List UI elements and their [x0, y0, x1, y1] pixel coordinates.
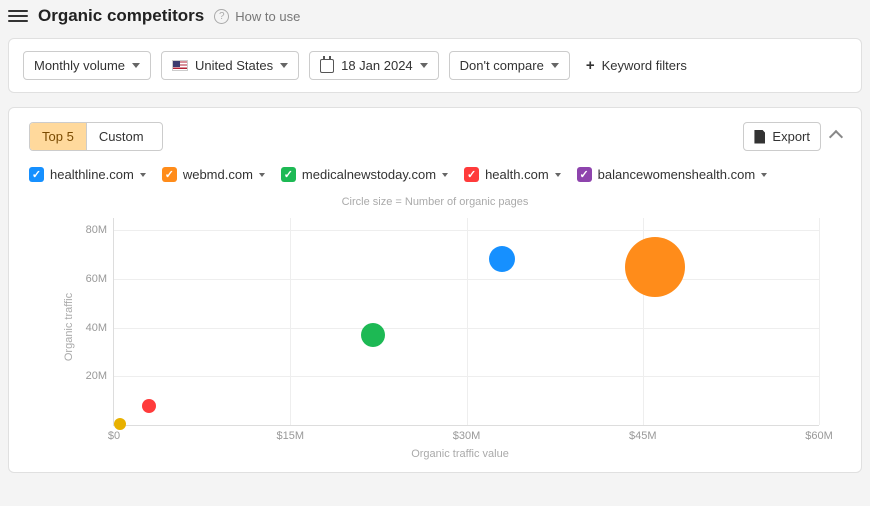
chart-subtitle: Circle size = Number of organic pages [29, 196, 841, 208]
keyword-filters-button[interactable]: + Keyword filters [586, 57, 687, 74]
segment-custom[interactable]: Custom [86, 123, 162, 150]
legend-item[interactable]: ✓ medicalnewstoday.com [281, 167, 448, 182]
checkbox-icon: ✓ [577, 167, 592, 182]
y-tick-label: 80M [86, 224, 114, 236]
chart-area: Organic traffic 20M40M60M80M$0$15M$30M$4… [79, 212, 819, 442]
collapse-icon[interactable] [829, 129, 843, 143]
compare-dropdown[interactable]: Don't compare [449, 51, 570, 80]
chart-legend: ✓ healthline.com ✓ webmd.com ✓ medicalnewstod… [29, 167, 841, 182]
checkbox-icon: ✓ [281, 167, 296, 182]
x-tick-label: $45M [629, 425, 657, 442]
legend-domain: balancewomenshealth.com [598, 167, 756, 182]
export-button[interactable]: Export [743, 122, 821, 151]
view-segment: Top 5 Custom [29, 122, 163, 151]
volume-dropdown[interactable]: Monthly volume [23, 51, 151, 80]
chevron-down-icon [442, 173, 448, 177]
legend-item[interactable]: ✓ healthline.com [29, 167, 146, 182]
menu-icon[interactable] [8, 10, 28, 22]
legend-domain: webmd.com [183, 167, 253, 182]
segment-custom-label: Custom [99, 129, 144, 144]
legend-domain: healthline.com [50, 167, 134, 182]
us-flag-icon [172, 60, 188, 71]
legend-domain: health.com [485, 167, 549, 182]
chart-bubble[interactable] [489, 246, 515, 272]
gridline-v [467, 218, 468, 425]
checkbox-icon: ✓ [162, 167, 177, 182]
plus-icon: + [586, 57, 595, 74]
chevron-down-icon [259, 173, 265, 177]
chevron-down-icon [420, 63, 428, 68]
chart-bubble[interactable] [625, 237, 685, 297]
file-icon [754, 130, 765, 144]
keyword-filters-label: Keyword filters [602, 58, 687, 73]
country-dropdown[interactable]: United States [161, 51, 299, 80]
calendar-icon [320, 59, 334, 73]
compare-label: Don't compare [460, 58, 544, 73]
y-tick-label: 60M [86, 273, 114, 285]
chart-bubble[interactable] [142, 399, 156, 413]
how-to-use-link[interactable]: ? How to use [214, 9, 300, 24]
country-label: United States [195, 58, 273, 73]
question-icon: ? [214, 9, 229, 24]
toolbar: Monthly volume United States 18 Jan 2024… [8, 38, 862, 93]
how-to-use-label: How to use [235, 9, 300, 24]
chevron-down-icon [555, 173, 561, 177]
date-dropdown[interactable]: 18 Jan 2024 [309, 51, 439, 80]
legend-item[interactable]: ✓ webmd.com [162, 167, 265, 182]
legend-domain: medicalnewstoday.com [302, 167, 436, 182]
chevron-down-icon [761, 173, 767, 177]
volume-label: Monthly volume [34, 58, 125, 73]
chevron-down-icon [280, 63, 288, 68]
checkbox-icon: ✓ [29, 167, 44, 182]
y-tick-label: 20M [86, 370, 114, 382]
chart-panel: Top 5 Custom Export ✓ healthline.com ✓ webm… [8, 107, 862, 473]
gridline-v [819, 218, 820, 425]
page-title: Organic competitors [38, 6, 204, 26]
x-axis-label: Organic traffic value [79, 448, 841, 460]
chart-plot: 20M40M60M80M$0$15M$30M$45M$60M [113, 218, 819, 426]
y-axis-label: Organic traffic [63, 293, 75, 361]
checkbox-icon: ✓ [464, 167, 479, 182]
chevron-down-icon [551, 63, 559, 68]
segment-top5[interactable]: Top 5 [30, 123, 86, 150]
export-label: Export [772, 129, 810, 144]
x-tick-label: $60M [805, 425, 833, 442]
gridline-v [290, 218, 291, 425]
chevron-down-icon [132, 63, 140, 68]
x-tick-label: $15M [276, 425, 304, 442]
legend-item[interactable]: ✓ balancewomenshealth.com [577, 167, 768, 182]
chevron-down-icon [140, 173, 146, 177]
legend-item[interactable]: ✓ health.com [464, 167, 561, 182]
x-tick-label: $30M [453, 425, 481, 442]
chart-bubble[interactable] [114, 418, 126, 430]
date-label: 18 Jan 2024 [341, 58, 413, 73]
segment-top5-label: Top 5 [42, 129, 74, 144]
y-tick-label: 40M [86, 322, 114, 334]
chart-bubble[interactable] [361, 323, 385, 347]
